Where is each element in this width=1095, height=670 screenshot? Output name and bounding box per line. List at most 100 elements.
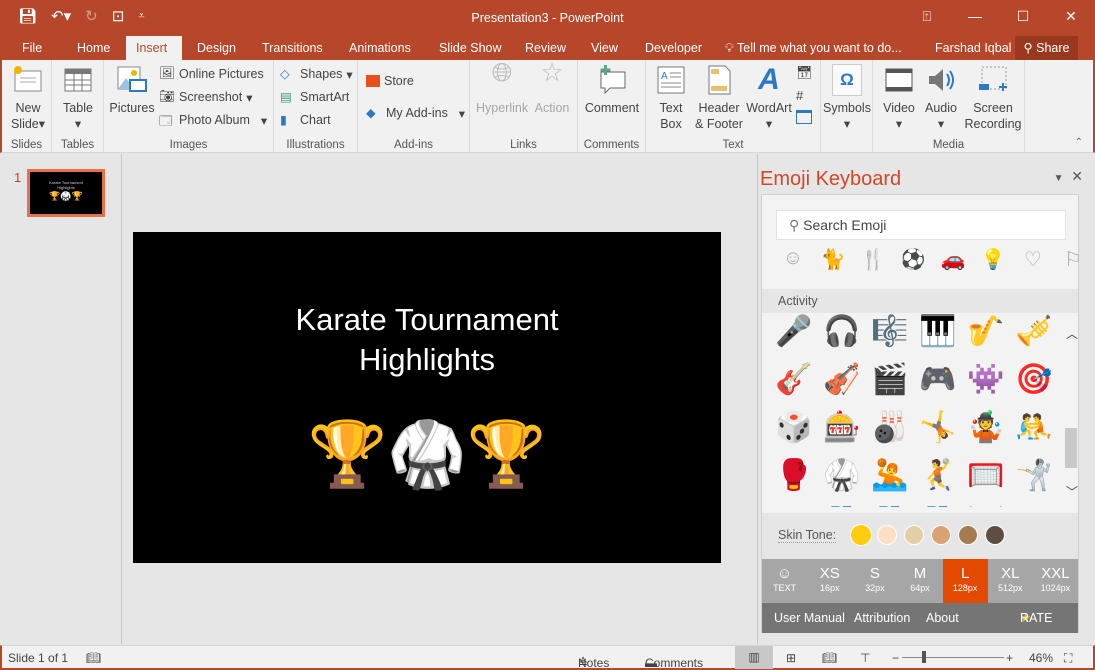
- chart-button[interactable]: ▮ Chart: [280, 112, 331, 128]
- category-symbols-icon[interactable]: ♡: [1020, 247, 1046, 272]
- tab-design[interactable]: Design: [187, 36, 246, 60]
- spell-check-icon[interactable]: 📖︎: [86, 651, 101, 665]
- emoji-item[interactable]: 🤹: [962, 410, 1010, 445]
- size-option-text[interactable]: ☺ TEXT: [762, 559, 807, 603]
- tab-home[interactable]: Home: [67, 36, 120, 60]
- emoji-item[interactable]: 🎯: [1010, 362, 1058, 397]
- skin-tone-swatch[interactable]: [931, 525, 951, 545]
- tab-animations[interactable]: Animations: [339, 36, 421, 60]
- zoom-slider[interactable]: [902, 657, 1004, 658]
- scroll-up-icon[interactable]: ︿: [1066, 325, 1078, 342]
- zoom-slider-thumb[interactable]: [922, 651, 926, 663]
- category-flags-icon[interactable]: ⚐: [1060, 247, 1086, 272]
- text-box-button[interactable]: A Text Box: [652, 64, 690, 132]
- category-objects-icon[interactable]: 💡: [980, 247, 1006, 272]
- emoji-item[interactable]: 🎼: [866, 314, 914, 349]
- emoji-scrollbar[interactable]: ︿ ﹀: [1064, 313, 1078, 513]
- size-option-l[interactable]: L 128px: [942, 559, 988, 603]
- emoji-item[interactable]: 🎬: [866, 362, 914, 397]
- collapse-ribbon-icon[interactable]: ⌃: [1075, 137, 1083, 148]
- category-smileys-icon[interactable]: ☺: [780, 247, 806, 272]
- category-activity-icon[interactable]: ⚽: [900, 247, 926, 272]
- skin-tone-swatch[interactable]: [904, 525, 924, 545]
- slide-title[interactable]: Karate Tournament Highlights: [133, 300, 721, 380]
- zoom-out-button[interactable]: −: [892, 651, 899, 665]
- slide-number-icon[interactable]: #: [796, 88, 803, 103]
- action-button[interactable]: ☆ Action: [532, 59, 572, 116]
- category-food-icon[interactable]: 🍴: [860, 247, 886, 272]
- screenshot-button[interactable]: 📷︎ Screenshot ▾: [159, 89, 253, 105]
- online-pictures-button[interactable]: 🖼︎ Online Pictures: [159, 66, 264, 82]
- symbols-button[interactable]: Ω Symbols ▾: [823, 64, 871, 132]
- emoji-item[interactable]: 🥉: [914, 506, 962, 508]
- reading-view-button[interactable]: 📖︎: [822, 651, 837, 665]
- emoji-item[interactable]: 🤽: [866, 458, 914, 493]
- user-manual-link[interactable]: User Manual: [774, 603, 845, 633]
- tab-view[interactable]: View: [581, 36, 628, 60]
- emoji-item[interactable]: 🎳: [866, 410, 914, 445]
- skin-tone-swatch[interactable]: [877, 525, 897, 545]
- emoji-item[interactable]: 🎲: [770, 410, 818, 445]
- smartart-button[interactable]: ▤ SmartArt: [280, 89, 349, 105]
- emoji-item[interactable]: 🥈: [866, 506, 914, 508]
- table-button[interactable]: Table ▾: [58, 64, 98, 132]
- zoom-in-button[interactable]: +: [1006, 651, 1013, 665]
- slide-show-view-button[interactable]: ⊤: [860, 651, 870, 665]
- emoji-item[interactable]: 🎹: [914, 314, 962, 349]
- emoji-item[interactable]: 🎻: [818, 362, 866, 397]
- store-button[interactable]: Store: [366, 74, 414, 88]
- slide-sorter-view-button[interactable]: ⊞: [786, 651, 796, 665]
- size-option-m[interactable]: M 64px: [897, 559, 942, 603]
- tab-transitions[interactable]: Transitions: [252, 36, 333, 60]
- pane-close-icon[interactable]: ✕: [1071, 168, 1083, 184]
- size-option-xxl[interactable]: XXL 1024px: [1033, 559, 1078, 603]
- comment-button[interactable]: Comment: [582, 64, 642, 116]
- scroll-down-icon[interactable]: ﹀: [1066, 483, 1078, 500]
- emoji-item[interactable]: 🤼: [1010, 410, 1058, 445]
- new-slide-button[interactable]: New Slide▾: [8, 64, 48, 132]
- object-icon[interactable]: [796, 110, 812, 124]
- maximize-icon[interactable]: ☐: [999, 0, 1047, 32]
- skin-tone-swatch[interactable]: [985, 525, 1005, 545]
- category-travel-icon[interactable]: 🚗: [940, 247, 966, 272]
- emoji-item[interactable]: 🎷: [962, 314, 1010, 349]
- about-link[interactable]: About: [926, 603, 959, 633]
- tab-file[interactable]: File: [12, 36, 52, 60]
- close-icon[interactable]: ✕: [1047, 0, 1095, 32]
- emoji-item[interactable]: 🤾: [914, 458, 962, 493]
- search-emoji-input[interactable]: ⚲ Search Emoji: [776, 210, 1066, 240]
- minimize-icon[interactable]: —: [951, 0, 999, 32]
- attribution-link[interactable]: Attribution: [854, 603, 910, 633]
- pane-options-icon[interactable]: ▼: [1054, 173, 1064, 184]
- photo-album-button[interactable]: 🗔 Photo Album ▾: [159, 112, 267, 128]
- size-option-xs[interactable]: XS 16px: [807, 559, 852, 603]
- emoji-item[interactable]: 🤸: [914, 410, 962, 445]
- skin-tone-swatch[interactable]: [958, 525, 978, 545]
- date-time-icon[interactable]: 📅︎: [796, 65, 813, 81]
- tell-me-box[interactable]: 💡︎ Tell me what you want to do...: [725, 36, 902, 60]
- slide[interactable]: Karate Tournament Highlights 🏆🥋🏆: [133, 232, 721, 563]
- size-option-xl[interactable]: XL 512px: [988, 559, 1033, 603]
- emoji-item[interactable]: 🥇: [818, 506, 866, 508]
- emoji-item[interactable]: 🥁: [962, 506, 1010, 508]
- audio-button[interactable]: Audio ▾: [921, 64, 961, 132]
- normal-view-button[interactable]: ▥: [735, 646, 773, 669]
- tab-developer[interactable]: Developer: [635, 36, 712, 60]
- tab-insert[interactable]: Insert: [126, 36, 182, 60]
- emoji-item[interactable]: 🤺: [1010, 458, 1058, 493]
- slide-thumbnail[interactable]: Karate Tournament Highlights 🏆🥋🏆: [27, 169, 105, 217]
- emoji-item[interactable]: 👾: [962, 362, 1010, 397]
- emoji-item[interactable]: 🎸: [770, 362, 818, 397]
- share-button[interactable]: ⚲ Share: [1015, 36, 1078, 60]
- size-option-s[interactable]: S 32px: [852, 559, 897, 603]
- my-addins-button[interactable]: ◆ My Add-ins ▾: [366, 105, 465, 121]
- scrollbar-thumb[interactable]: [1065, 428, 1077, 468]
- slide-emoji-image[interactable]: 🏆🥋🏆: [133, 414, 721, 494]
- category-animals-icon[interactable]: 🐈: [820, 247, 846, 272]
- emoji-item[interactable]: 🎰: [818, 410, 866, 445]
- zoom-level[interactable]: 46%: [1029, 651, 1053, 665]
- emoji-item[interactable]: 🎧: [818, 314, 866, 349]
- wordart-button[interactable]: A WordArt ▾: [744, 64, 794, 132]
- emoji-item[interactable]: 🎺: [1010, 314, 1058, 349]
- hyperlink-button[interactable]: 🌐︎ Hyperlink: [476, 59, 528, 116]
